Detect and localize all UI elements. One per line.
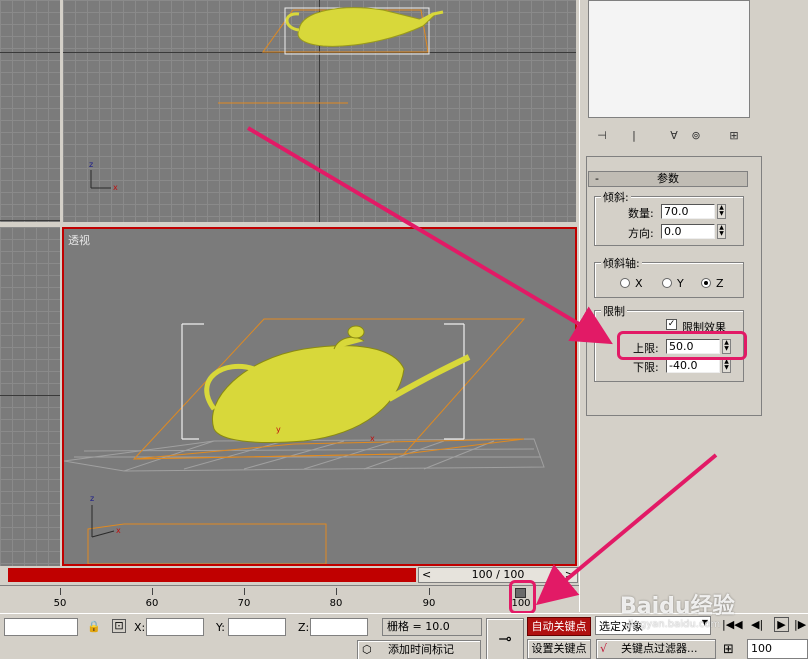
- arrow-to-current-frame: [535, 453, 718, 606]
- annotation-arrows: [246, 126, 718, 606]
- arrow-to-upper-limit: [246, 126, 613, 345]
